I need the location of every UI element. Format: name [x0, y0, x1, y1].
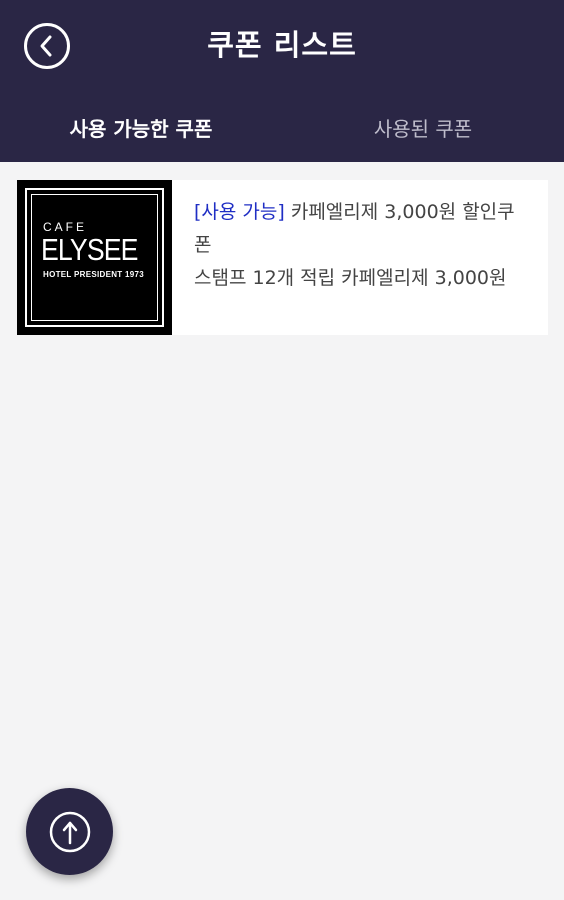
- coupon-details: [사용 가능] 카페엘리제 3,000원 할인쿠폰 스탬프 12개 적립 카페엘…: [172, 180, 548, 335]
- scroll-to-top-arrow-icon: [49, 811, 90, 852]
- page-title: 쿠폰 리스트: [207, 28, 357, 62]
- tab-used-coupons[interactable]: 사용된 쿠폰: [282, 92, 564, 162]
- tab-available-coupons[interactable]: 사용 가능한 쿠폰: [0, 92, 282, 162]
- logo-subtitle-text: HOTEL PRESIDENT 1973: [43, 270, 144, 279]
- coupon-status-badge: [사용 가능]: [194, 201, 285, 223]
- scroll-to-top-button[interactable]: [26, 788, 113, 875]
- coupon-title-line: [사용 가능] 카페엘리제 3,000원 할인쿠폰: [194, 196, 530, 262]
- app-header: 쿠폰 리스트 사용 가능한 쿠폰 사용된 쿠폰: [0, 0, 564, 162]
- coupon-list-screen: 쿠폰 리스트 사용 가능한 쿠폰 사용된 쿠폰 CAFE ELYSEE HOTE…: [0, 0, 564, 900]
- logo-brand-text: ELYSEE: [41, 232, 138, 267]
- coupon-tabs: 사용 가능한 쿠폰 사용된 쿠폰: [0, 92, 564, 162]
- cafe-elysee-logo: CAFE ELYSEE HOTEL PRESIDENT 1973: [17, 180, 172, 335]
- coupon-list-item[interactable]: CAFE ELYSEE HOTEL PRESIDENT 1973 [사용 가능]…: [17, 180, 548, 335]
- coupon-description: 스탬프 12개 적립 카페엘리제 3,000원: [194, 267, 507, 289]
